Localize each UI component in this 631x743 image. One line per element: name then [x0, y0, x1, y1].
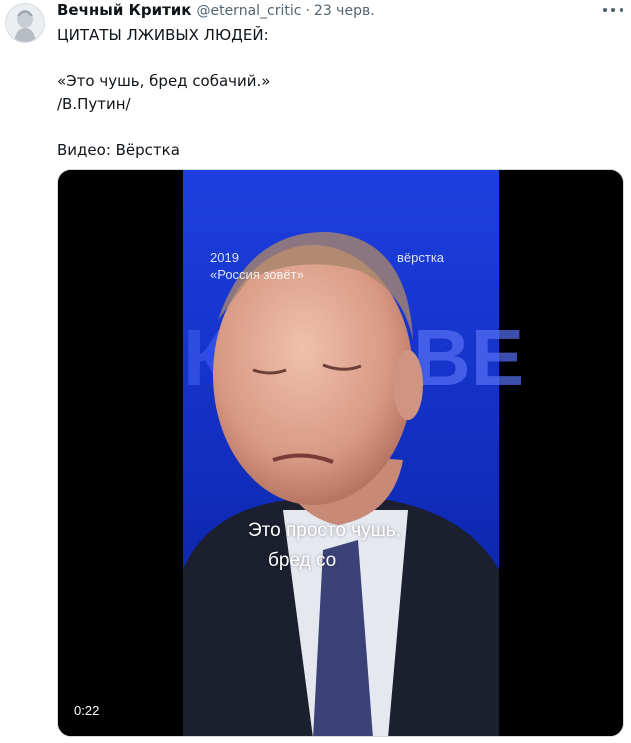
tweet-line-quote: «Это чушь, бред собачий.» [57, 72, 271, 90]
video-subtitle-line1: Это просто чушь, [248, 520, 402, 541]
header-separator: · [305, 3, 310, 19]
tweet-header: Вечный Критик @eternal_critic · 23 черв. [57, 1, 591, 23]
more-icon[interactable] [603, 3, 623, 17]
tweet-line-attribution: /В.Путин/ [57, 95, 131, 113]
video-overlay-event: «Россия зовёт» [210, 267, 304, 282]
tweet-line-heading: ЦИТАТЫ ЛЖИВЫХ ЛЮДЕЙ: [57, 26, 269, 44]
tweet-date[interactable]: 23 черв. [314, 3, 375, 19]
video-overlay-year: 2019 [210, 250, 239, 265]
tweet-text: ЦИТАТЫ ЛЖИВЫХ ЛЮДЕЙ: «Это чушь, бред соб… [57, 24, 597, 162]
video-duration: 0:22 [68, 701, 106, 720]
author-handle[interactable]: @eternal_critic [196, 3, 301, 19]
svg-text:ВЕ: ВЕ [413, 313, 524, 402]
author-display-name[interactable]: Вечный Критик [57, 1, 191, 19]
video-frame: К ВЕ [58, 170, 623, 736]
statue-avatar-icon [6, 4, 44, 42]
video-subtitle-line2: бред со [268, 550, 337, 571]
tweet-line-credit: Видео: Вёрстка [57, 141, 180, 159]
video-player[interactable]: К ВЕ 2019 «Россия зовёт» вёрстка Это про… [57, 169, 624, 737]
avatar[interactable] [5, 3, 45, 43]
video-overlay-brand: вёрстка [397, 250, 445, 265]
